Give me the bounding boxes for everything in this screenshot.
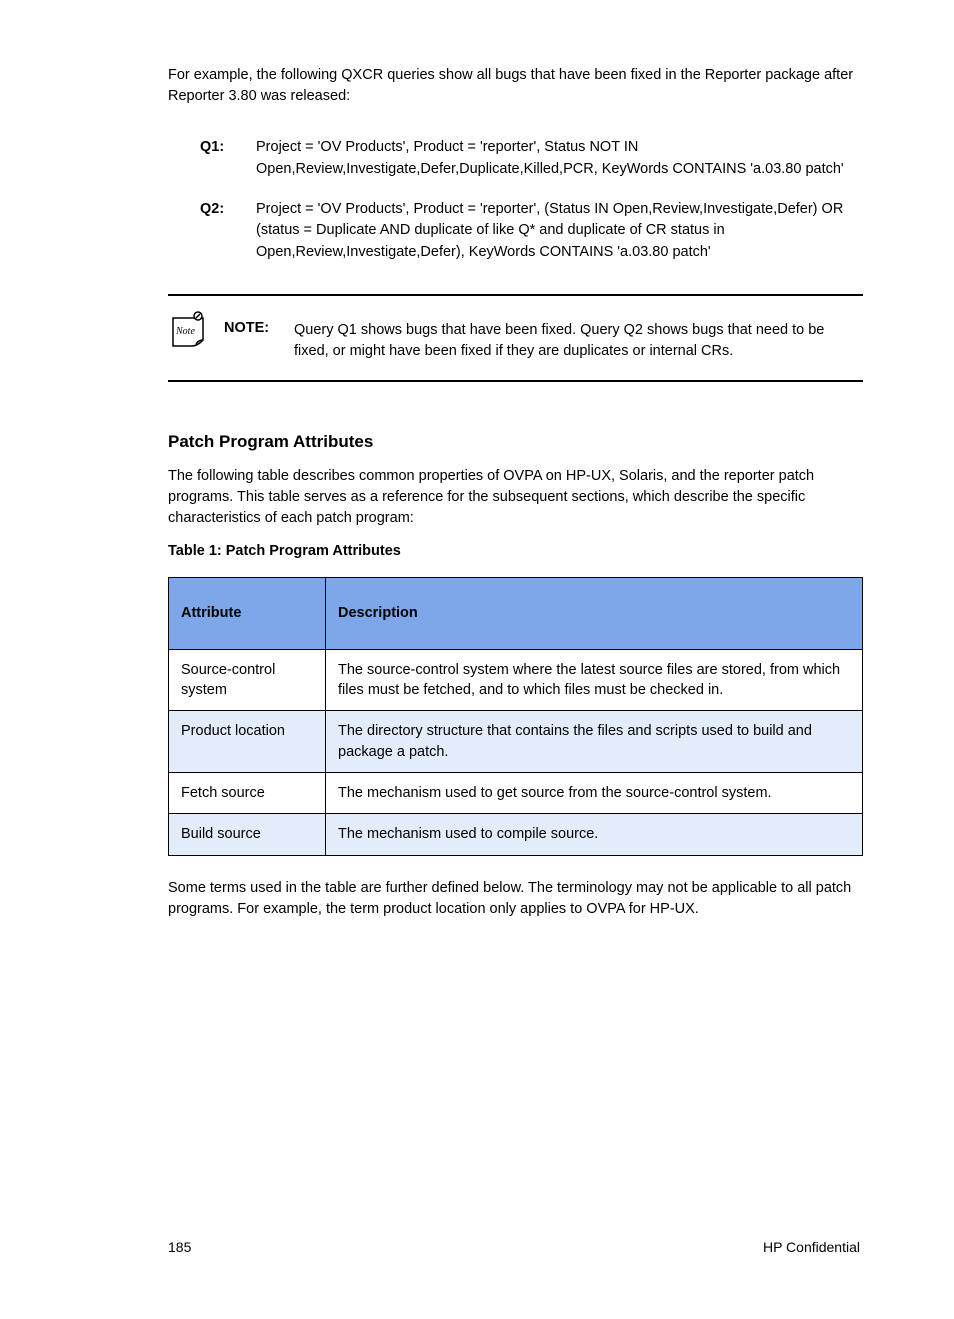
query-text: Project = 'OV Products', Product = 'repo…	[256, 137, 863, 181]
table-header-cell: Description	[326, 577, 863, 649]
divider	[168, 380, 863, 382]
note-icon: Note	[168, 310, 220, 355]
query-row: Q2: Project = 'OV Products', Product = '…	[200, 199, 863, 264]
section-heading: Patch Program Attributes	[168, 432, 863, 452]
footer-confidential: HP Confidential	[763, 1239, 860, 1255]
query-key: Q1:	[200, 137, 256, 181]
table-row: Build source The mechanism used to compi…	[169, 814, 863, 855]
query-key: Q2:	[200, 199, 256, 264]
table-cell: The directory structure that contains th…	[326, 711, 863, 773]
svg-text:Note: Note	[175, 326, 195, 337]
table-cell: Product location	[169, 711, 326, 773]
table-header-row: Attribute Description	[169, 577, 863, 649]
page-number: 185	[168, 1239, 191, 1255]
table-cell: Fetch source	[169, 773, 326, 814]
table-cell: The mechanism used to compile source.	[326, 814, 863, 855]
note-text: Query Q1 shows bugs that have been fixed…	[294, 314, 863, 362]
table-row: Fetch source The mechanism used to get s…	[169, 773, 863, 814]
table-cell: Source-control system	[169, 649, 326, 711]
table-cell: The source-control system where the late…	[326, 649, 863, 711]
query-text: Project = 'OV Products', Product = 'repo…	[256, 199, 863, 264]
table-row: Source-control system The source-control…	[169, 649, 863, 711]
paragraph-after-table: Some terms used in the table are further…	[168, 878, 863, 920]
table-header-cell: Attribute	[169, 577, 326, 649]
note-block: Note NOTE: Query Q1 shows bugs that have…	[168, 296, 863, 380]
note-label: NOTE:	[224, 314, 294, 336]
table-caption: Table 1: Patch Program Attributes	[168, 543, 863, 559]
table-cell: Build source	[169, 814, 326, 855]
query-row: Q1: Project = 'OV Products', Product = '…	[200, 137, 863, 181]
paragraph-table-intro: The following table describes common pro…	[168, 466, 863, 529]
query-block: Q1: Project = 'OV Products', Product = '…	[200, 137, 863, 264]
paragraph-intro: For example, the following QXCR queries …	[168, 65, 863, 107]
table-cell: The mechanism used to get source from th…	[326, 773, 863, 814]
attributes-table: Attribute Description Source-control sys…	[168, 577, 863, 856]
table-row: Product location The directory structure…	[169, 711, 863, 773]
